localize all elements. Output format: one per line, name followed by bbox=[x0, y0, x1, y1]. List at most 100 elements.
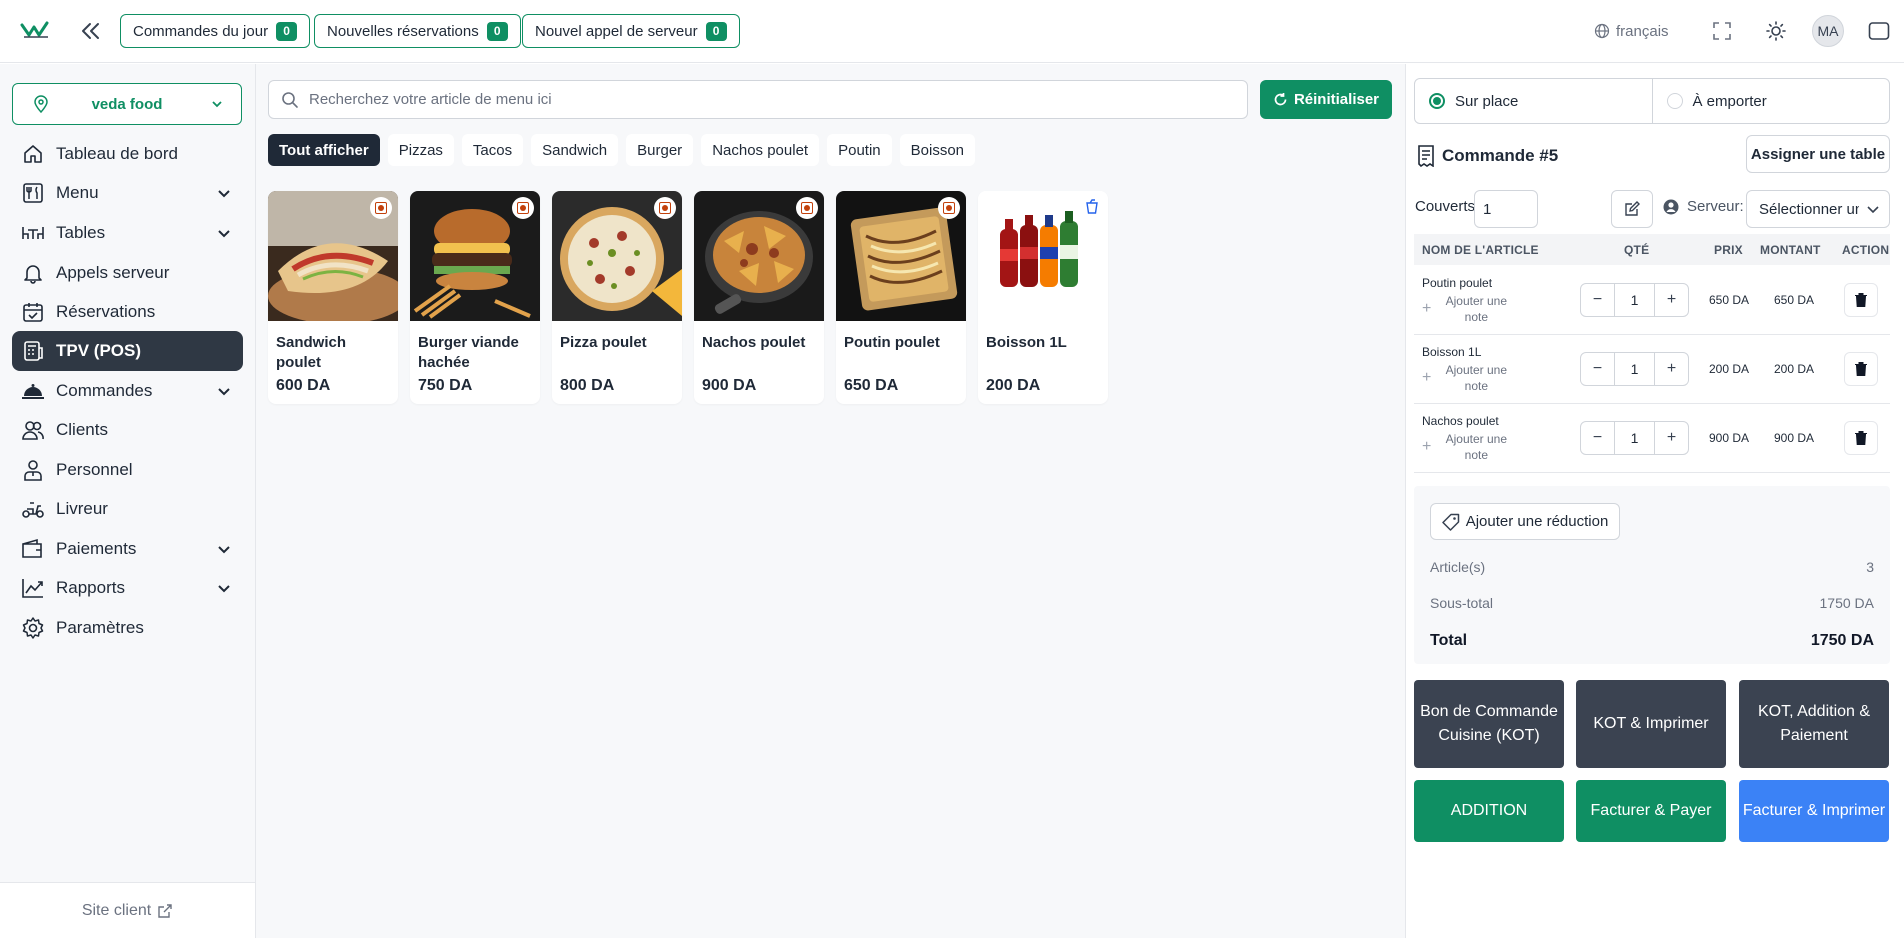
kot-bill-pay-button[interactable]: KOT, Addition & Paiement bbox=[1739, 680, 1889, 768]
add-discount-button[interactable]: Ajouter une réduction bbox=[1430, 503, 1620, 540]
server-select[interactable]: Sélectionner un serveur bbox=[1746, 190, 1890, 228]
non-veg-badge-icon bbox=[938, 197, 960, 219]
product-card[interactable]: Burger viande hachée 750 DA bbox=[410, 191, 540, 404]
sidebar-item-dashboard[interactable]: Tableau de bord bbox=[12, 134, 243, 174]
tables-icon bbox=[20, 220, 46, 246]
add-note-button[interactable]: + Ajouter une note bbox=[1422, 362, 1511, 394]
non-veg-badge-icon bbox=[370, 197, 392, 219]
category-tab-poutin[interactable]: Poutin bbox=[827, 134, 892, 166]
quantity-value[interactable]: 1 bbox=[1615, 361, 1654, 377]
product-price: 600 DA bbox=[276, 377, 331, 394]
category-tab-sandwich[interactable]: Sandwich bbox=[531, 134, 619, 166]
fullscreen-icon[interactable] bbox=[1711, 20, 1733, 42]
reset-label: Réinitialiser bbox=[1293, 91, 1380, 108]
sidebar-item-waiter-calls[interactable]: Appels serveur bbox=[12, 253, 243, 293]
add-note-label: Ajouter une note bbox=[1445, 363, 1508, 393]
server-label: Serveur: bbox=[1663, 198, 1744, 215]
todays-orders-label: Commandes du jour bbox=[133, 22, 269, 40]
order-item-row: Poutin poulet + Ajouter une note − 1 + 65… bbox=[1414, 266, 1890, 335]
order-item-name: Poutin poulet bbox=[1422, 276, 1493, 290]
language-switcher[interactable]: français bbox=[1594, 20, 1669, 42]
new-reservations-button[interactable]: Nouvelles réservations 0 bbox=[314, 14, 521, 48]
todays-orders-button[interactable]: Commandes du jour 0 bbox=[120, 14, 311, 48]
order-title-text: Commande #5 bbox=[1442, 146, 1559, 165]
panel-toggle-icon[interactable] bbox=[1868, 21, 1890, 43]
sidebar-item-label: Paramètres bbox=[56, 618, 144, 637]
product-name: Boisson 1L bbox=[986, 334, 1067, 351]
decrease-qty-button[interactable]: − bbox=[1581, 284, 1615, 316]
store-selector[interactable]: veda food bbox=[12, 83, 242, 125]
order-item-amount: 650 DA bbox=[1773, 293, 1815, 307]
sidebar-item-settings[interactable]: Paramètres bbox=[12, 608, 243, 648]
search-input[interactable] bbox=[309, 91, 1209, 108]
external-link-icon bbox=[158, 903, 172, 918]
increase-qty-button[interactable]: + bbox=[1654, 422, 1688, 454]
category-tab-tacos[interactable]: Tacos bbox=[461, 134, 524, 166]
product-card[interactable]: Nachos poulet 900 DA bbox=[694, 191, 824, 404]
order-type-takeaway[interactable]: À emporter bbox=[1651, 79, 1890, 123]
sidebar-item-orders[interactable]: Commandes bbox=[12, 371, 243, 411]
product-image bbox=[694, 191, 824, 321]
kot-print-button[interactable]: KOT & Imprimer bbox=[1576, 680, 1726, 768]
product-card[interactable]: Poutin poulet 650 DA bbox=[836, 191, 966, 404]
users-icon bbox=[20, 417, 46, 443]
subtotal-value: 1750 DA bbox=[1819, 595, 1874, 611]
category-tab-all[interactable]: Tout afficher bbox=[268, 134, 380, 166]
wallet-icon bbox=[20, 536, 46, 562]
product-price: 200 DA bbox=[986, 377, 1041, 394]
product-price: 900 DA bbox=[702, 377, 757, 394]
category-tab-burger[interactable]: Burger bbox=[626, 134, 694, 166]
waiter-call-button[interactable]: Nouvel appel de serveur 0 bbox=[522, 14, 740, 48]
product-card[interactable]: Boisson 1L 200 DA bbox=[978, 191, 1108, 404]
assign-table-button[interactable]: Assigner une table bbox=[1746, 135, 1890, 173]
sidebar-item-reservations[interactable]: Réservations bbox=[12, 292, 243, 332]
sidebar-item-tables[interactable]: Tables bbox=[12, 213, 243, 253]
order-item-name: Boisson 1L bbox=[1422, 345, 1482, 359]
chevron-down-icon bbox=[218, 230, 230, 238]
menu-search[interactable] bbox=[268, 80, 1248, 119]
category-tab-nachos[interactable]: Nachos poulet bbox=[701, 134, 820, 166]
sidebar-item-reports[interactable]: Rapports bbox=[12, 568, 243, 608]
decrease-qty-button[interactable]: − bbox=[1581, 353, 1615, 385]
collapse-sidebar-icon[interactable] bbox=[78, 19, 104, 43]
decrease-qty-button[interactable]: − bbox=[1581, 422, 1615, 454]
site-client-link[interactable]: Site client bbox=[0, 882, 255, 938]
kot-button[interactable]: Bon de Commande Cuisine (KOT) bbox=[1414, 680, 1564, 768]
order-type-dine-in[interactable]: Sur place bbox=[1415, 79, 1652, 123]
bill-pay-button[interactable]: Facturer & Payer bbox=[1576, 780, 1726, 842]
product-price: 750 DA bbox=[418, 377, 473, 394]
delete-item-button[interactable] bbox=[1844, 421, 1878, 455]
bill-button[interactable]: ADDITION bbox=[1414, 780, 1564, 842]
sidebar-item-payments[interactable]: Paiements bbox=[12, 529, 243, 569]
sidebar-item-staff[interactable]: Personnel bbox=[12, 450, 243, 490]
increase-qty-button[interactable]: + bbox=[1654, 284, 1688, 316]
app-logo[interactable] bbox=[20, 19, 52, 41]
edit-note-button[interactable] bbox=[1611, 190, 1653, 228]
covers-input[interactable]: 1 bbox=[1474, 190, 1538, 228]
product-card[interactable]: Sandwich poulet 600 DA bbox=[268, 191, 398, 404]
sidebar-item-delivery[interactable]: Livreur bbox=[12, 489, 243, 529]
category-tab-boisson[interactable]: Boisson bbox=[899, 134, 976, 166]
add-note-button[interactable]: + Ajouter une note bbox=[1422, 431, 1511, 463]
bill-print-button[interactable]: Facturer & Imprimer bbox=[1739, 780, 1889, 842]
quantity-value[interactable]: 1 bbox=[1615, 430, 1654, 446]
cloche-icon bbox=[20, 378, 46, 404]
add-note-button[interactable]: + Ajouter une note bbox=[1422, 293, 1511, 325]
increase-qty-button[interactable]: + bbox=[1654, 353, 1688, 385]
delete-item-button[interactable] bbox=[1844, 283, 1878, 317]
delete-item-button[interactable] bbox=[1844, 352, 1878, 386]
product-card[interactable]: Pizza poulet 800 DA bbox=[552, 191, 682, 404]
theme-sun-icon[interactable] bbox=[1765, 20, 1787, 42]
user-avatar[interactable]: MA bbox=[1812, 15, 1844, 47]
sidebar: veda food Tableau de bord Menu Tables Ap… bbox=[0, 64, 256, 938]
category-tab-pizzas[interactable]: Pizzas bbox=[387, 134, 454, 166]
sidebar-item-menu[interactable]: Menu bbox=[12, 173, 243, 213]
edit-icon bbox=[1625, 201, 1640, 216]
sidebar-item-pos[interactable]: TPV (POS) bbox=[12, 331, 243, 371]
total-value: 1750 DA bbox=[1810, 632, 1874, 649]
order-item-price: 200 DA bbox=[1708, 362, 1750, 376]
plus-icon: + bbox=[1422, 438, 1432, 455]
quantity-value[interactable]: 1 bbox=[1615, 292, 1654, 308]
sidebar-item-clients[interactable]: Clients bbox=[12, 410, 243, 450]
reset-button[interactable]: Réinitialiser bbox=[1260, 80, 1392, 119]
